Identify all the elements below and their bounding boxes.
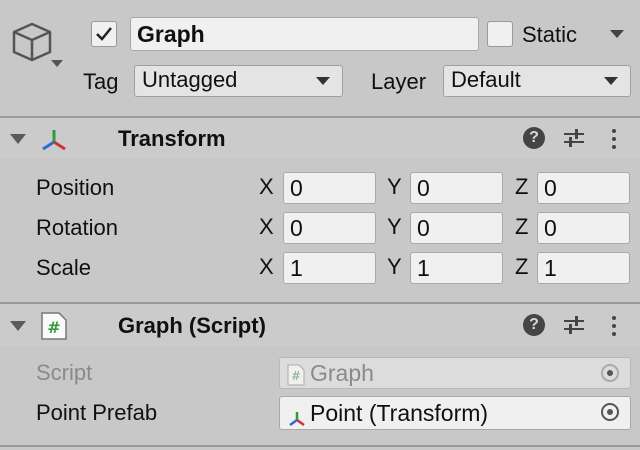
tag-value: Untagged — [142, 67, 238, 92]
layer-dropdown[interactable]: Default — [443, 65, 631, 97]
transform-row-label: Position — [36, 175, 115, 200]
tag-dropdown[interactable]: Untagged — [134, 65, 343, 97]
transform-row-label: Scale — [36, 255, 92, 280]
svg-text:#: # — [291, 369, 301, 383]
help-icon[interactable]: ? — [523, 127, 545, 149]
transform-x-input[interactable]: 0 — [283, 172, 376, 204]
transform-x-input[interactable]: 0 — [283, 212, 376, 244]
graph-script-header[interactable]: # Graph (Script) ? — [0, 302, 640, 346]
x-axis-label[interactable]: X — [259, 253, 274, 281]
more-options-icon[interactable] — [611, 316, 617, 340]
graph-script-title: Graph (Script) — [118, 313, 266, 338]
point-prefab-value: Point (Transform) — [310, 400, 489, 426]
y-axis-label[interactable]: Y — [387, 253, 402, 281]
bottom-divider — [0, 445, 640, 447]
object-picker-icon[interactable] — [601, 403, 619, 421]
checkmark-icon — [96, 27, 112, 41]
transform-y-input[interactable]: 0 — [410, 172, 503, 204]
static-checkbox[interactable] — [487, 21, 513, 47]
transform-z-input[interactable]: 1 — [537, 252, 630, 284]
x-axis-label[interactable]: X — [259, 173, 274, 201]
transform-x-input[interactable]: 1 — [283, 252, 376, 284]
y-axis-label[interactable]: Y — [387, 173, 402, 201]
transform-row-label: Rotation — [36, 215, 118, 240]
static-label: Static — [522, 22, 578, 47]
help-icon[interactable]: ? — [523, 314, 545, 336]
script-value: Graph — [310, 360, 374, 386]
z-axis-label[interactable]: Z — [515, 173, 528, 201]
transform-icon — [287, 404, 307, 427]
active-checkbox[interactable] — [91, 21, 117, 47]
name-input[interactable]: Graph — [130, 17, 479, 51]
transform-icon — [38, 126, 70, 154]
foldout-arrow-icon[interactable] — [10, 321, 26, 331]
presets-icon[interactable] — [562, 313, 586, 337]
object-picker-icon — [601, 364, 619, 382]
script-label: Script — [36, 360, 93, 385]
z-axis-label[interactable]: Z — [515, 253, 528, 281]
transform-y-input[interactable]: 0 — [410, 212, 503, 244]
presets-icon[interactable] — [562, 126, 586, 150]
point-prefab-label: Point Prefab — [36, 400, 158, 425]
chevron-down-icon — [604, 77, 618, 85]
z-axis-label[interactable]: Z — [515, 213, 528, 241]
transform-title: Transform — [118, 126, 226, 151]
x-axis-label[interactable]: X — [259, 213, 274, 241]
script-file-icon: # — [287, 363, 305, 386]
transform-y-input[interactable]: 1 — [410, 252, 503, 284]
chevron-down-icon — [316, 77, 330, 85]
script-file-icon: # — [40, 311, 68, 341]
layer-value: Default — [451, 67, 521, 92]
transform-header[interactable]: Transform ? — [0, 116, 640, 158]
foldout-arrow-icon[interactable] — [10, 134, 26, 144]
static-dropdown-icon[interactable] — [610, 30, 624, 38]
more-options-icon[interactable] — [611, 129, 617, 153]
svg-text:#: # — [47, 318, 60, 337]
point-prefab-field[interactable]: Point (Transform) — [279, 396, 631, 430]
tag-label: Tag — [83, 69, 119, 94]
transform-z-input[interactable]: 0 — [537, 172, 630, 204]
layer-label: Layer — [371, 69, 427, 94]
y-axis-label[interactable]: Y — [387, 213, 402, 241]
script-field: # Graph — [279, 357, 631, 389]
transform-z-input[interactable]: 0 — [537, 212, 630, 244]
gameobject-icon[interactable] — [10, 20, 66, 72]
